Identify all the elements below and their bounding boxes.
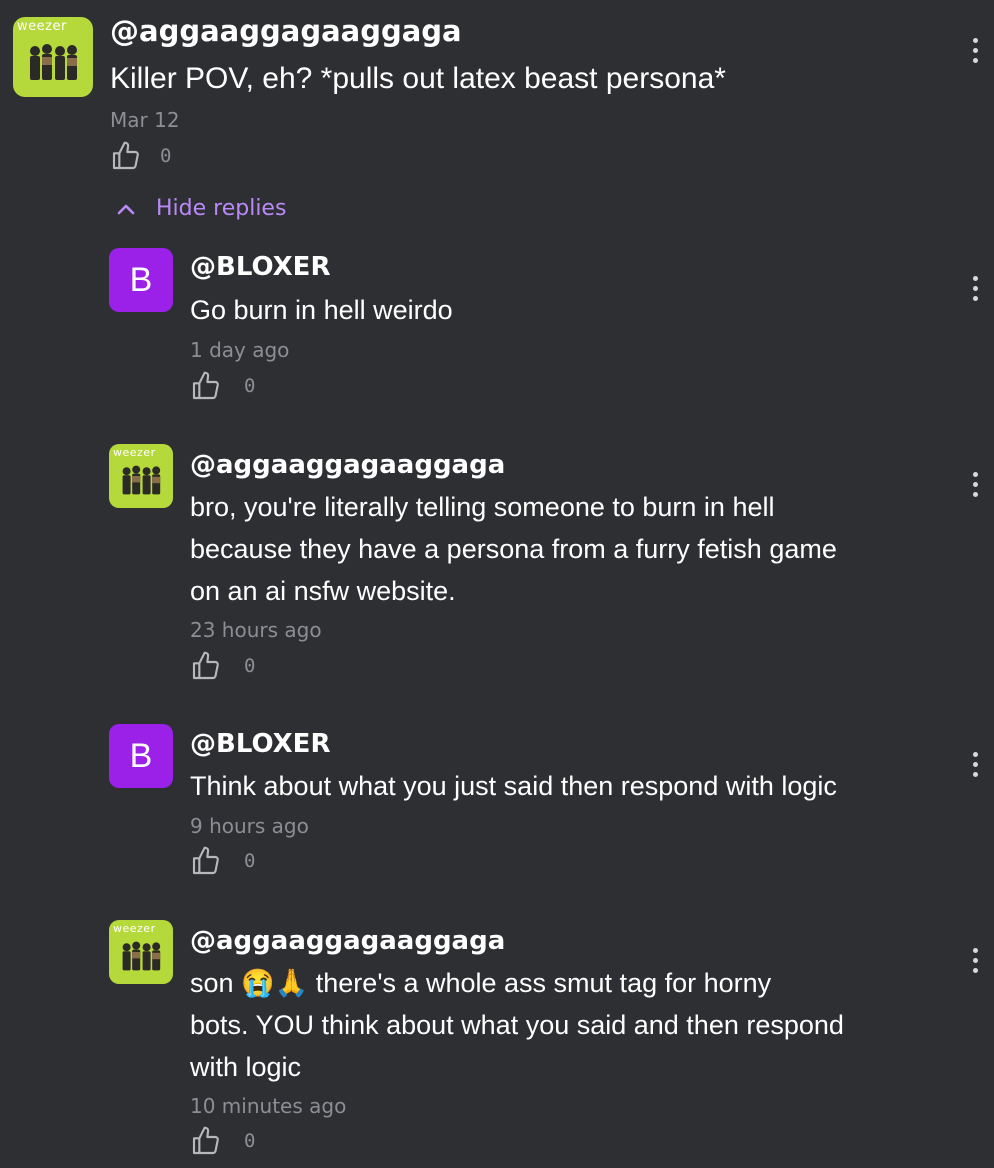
- like-button[interactable]: 0: [190, 845, 255, 877]
- comment-text: Killer POV, eh? *pulls out latex beast p…: [110, 62, 726, 95]
- comment-text: Think about what you just said then resp…: [190, 771, 837, 801]
- hide-replies-label: Hide replies: [156, 196, 287, 221]
- like-count: 0: [244, 375, 256, 397]
- avatar-letter: B: [129, 260, 153, 299]
- avatar[interactable]: weezer: [109, 920, 173, 984]
- avatar[interactable]: weezer: [109, 444, 173, 508]
- band-photo-icon: [30, 44, 77, 80]
- hide-replies-button[interactable]: Hide replies: [116, 196, 286, 221]
- more-options-icon[interactable]: [973, 752, 979, 777]
- comment-text: Go burn in hell weirdo: [190, 295, 453, 325]
- more-options-icon[interactable]: [973, 948, 979, 973]
- comment-username[interactable]: @aggaaggagaaggaga: [190, 926, 505, 956]
- like-count: 0: [244, 1130, 256, 1152]
- comment-text-line: bro, you're literally telling someone to…: [190, 492, 775, 522]
- avatar[interactable]: B: [109, 724, 173, 788]
- thumbs-up-icon: [112, 141, 139, 170]
- avatar-letter: B: [129, 736, 153, 775]
- like-button[interactable]: 0: [110, 140, 171, 172]
- comment-timestamp: 9 hours ago: [190, 814, 309, 838]
- like-button[interactable]: 0: [190, 650, 255, 682]
- more-options-icon[interactable]: [973, 276, 979, 301]
- comment-username[interactable]: @BLOXER: [190, 729, 330, 759]
- like-count: 0: [244, 850, 256, 872]
- thumbs-up-icon: [192, 846, 219, 875]
- more-options-icon[interactable]: [973, 38, 979, 63]
- like-count: 0: [244, 655, 256, 677]
- comment-text-line: because they have a persona from a furry…: [190, 534, 837, 564]
- avatar[interactable]: B: [109, 248, 173, 312]
- comment-timestamp: 1 day ago: [190, 338, 290, 362]
- comment-username[interactable]: @aggaaggagaaggaga: [190, 450, 505, 480]
- like-button[interactable]: 0: [190, 370, 255, 402]
- thumbs-up-icon: [192, 651, 219, 680]
- comment-username[interactable]: @BLOXER: [190, 252, 330, 282]
- comment-timestamp: 10 minutes ago: [190, 1094, 347, 1118]
- comment-text-line: bots. YOU think about what you said and …: [190, 1010, 844, 1040]
- band-photo-icon: [122, 941, 161, 971]
- comment-text-line: on an ai nsfw website.: [190, 576, 456, 606]
- more-options-icon[interactable]: [973, 472, 979, 497]
- like-button[interactable]: 0: [190, 1125, 255, 1157]
- comment-timestamp: 23 hours ago: [190, 618, 322, 642]
- like-count: 0: [160, 145, 172, 167]
- comment-timestamp: Mar 12: [110, 108, 180, 132]
- thumbs-up-icon: [192, 371, 219, 400]
- comment-text-line: son 😭🙏 there's a whole ass smut tag for …: [190, 968, 772, 998]
- chevron-up-icon: [117, 204, 135, 214]
- avatar[interactable]: weezer: [13, 17, 93, 97]
- band-photo-icon: [122, 465, 161, 495]
- comment-username[interactable]: @aggaaggagaaggaga: [110, 14, 462, 48]
- comment-text-line: with logic: [190, 1052, 302, 1082]
- thumbs-up-icon: [192, 1126, 219, 1155]
